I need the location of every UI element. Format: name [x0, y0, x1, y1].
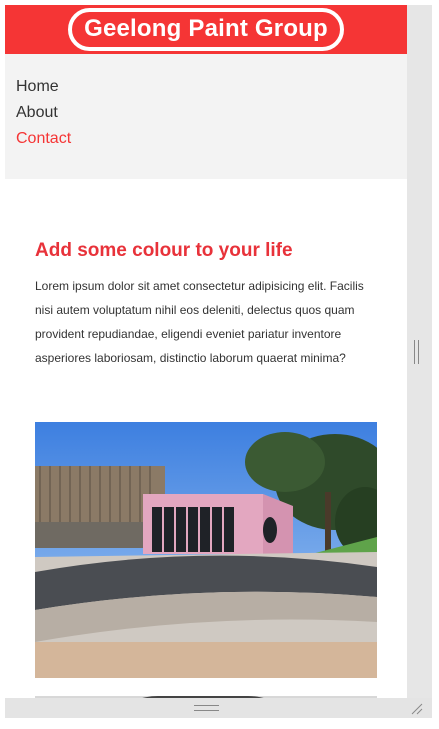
grip-horizontal-icon[interactable]	[194, 705, 219, 711]
page-frame: Geelong Paint Group Home About Contact A…	[5, 5, 407, 698]
nav-link-about[interactable]: About	[16, 100, 407, 126]
section-paragraph: Lorem ipsum dolor sit amet consectetur a…	[35, 279, 364, 365]
nav-link-home[interactable]: Home	[16, 74, 407, 100]
site-logo[interactable]: Geelong Paint Group	[68, 8, 344, 51]
main-nav: Home About Contact	[5, 54, 407, 179]
main-content: Add some colour to your life Lorem ipsum…	[5, 179, 407, 698]
resize-corner-icon[interactable]	[411, 703, 423, 715]
grip-vertical-icon[interactable]	[414, 340, 419, 364]
site-header: Geelong Paint Group	[5, 5, 407, 54]
vertical-resize-bar[interactable]	[407, 5, 432, 698]
building-photo	[35, 422, 377, 678]
nav-link-contact[interactable]: Contact	[16, 126, 407, 152]
section-heading: Add some colour to your life	[35, 240, 293, 261]
building-photo-image	[35, 422, 377, 678]
